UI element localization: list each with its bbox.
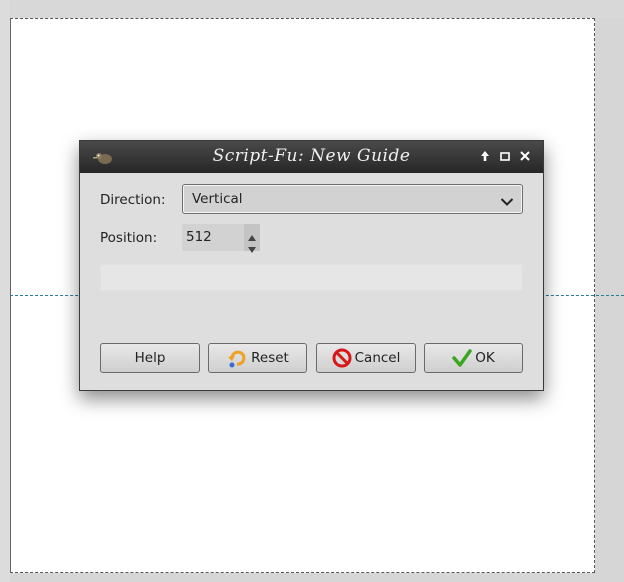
progress-bar (100, 264, 523, 291)
checkmark-icon (452, 349, 472, 367)
canvas-left-edge (0, 0, 10, 582)
reset-icon (226, 347, 248, 369)
direction-value: Vertical (192, 191, 243, 207)
maximize-icon[interactable] (498, 149, 512, 163)
help-button[interactable]: Help (100, 343, 200, 373)
close-icon[interactable] (518, 149, 532, 163)
help-button-label: Help (134, 350, 166, 366)
dialog-title: Script-Fu: New Guide (212, 146, 411, 166)
position-value: 512 (186, 229, 212, 245)
position-label: Position: (100, 230, 158, 246)
cancel-icon (332, 348, 352, 368)
new-guide-dialog: Script-Fu: New Guide Direction: Vertical… (79, 140, 544, 391)
chevron-down-icon (500, 193, 514, 206)
spin-buttons (244, 224, 260, 253)
arrow-up-icon[interactable] (478, 149, 492, 163)
direction-label: Direction: (100, 192, 166, 208)
ok-button-label: OK (475, 350, 495, 366)
reset-button-label: Reset (251, 350, 289, 366)
dialog-titlebar[interactable]: Script-Fu: New Guide (80, 141, 543, 173)
cancel-button-label: Cancel (354, 350, 401, 366)
direction-dropdown[interactable]: Vertical (182, 184, 523, 214)
spin-down-icon[interactable] (247, 239, 257, 253)
ok-button[interactable]: OK (424, 343, 523, 373)
reset-button[interactable]: Reset (208, 343, 307, 373)
spin-up-icon[interactable] (247, 227, 257, 241)
position-spinbox[interactable]: 512 (182, 224, 260, 253)
canvas-top-ruler-area (0, 0, 624, 18)
cancel-button[interactable]: Cancel (316, 343, 416, 373)
